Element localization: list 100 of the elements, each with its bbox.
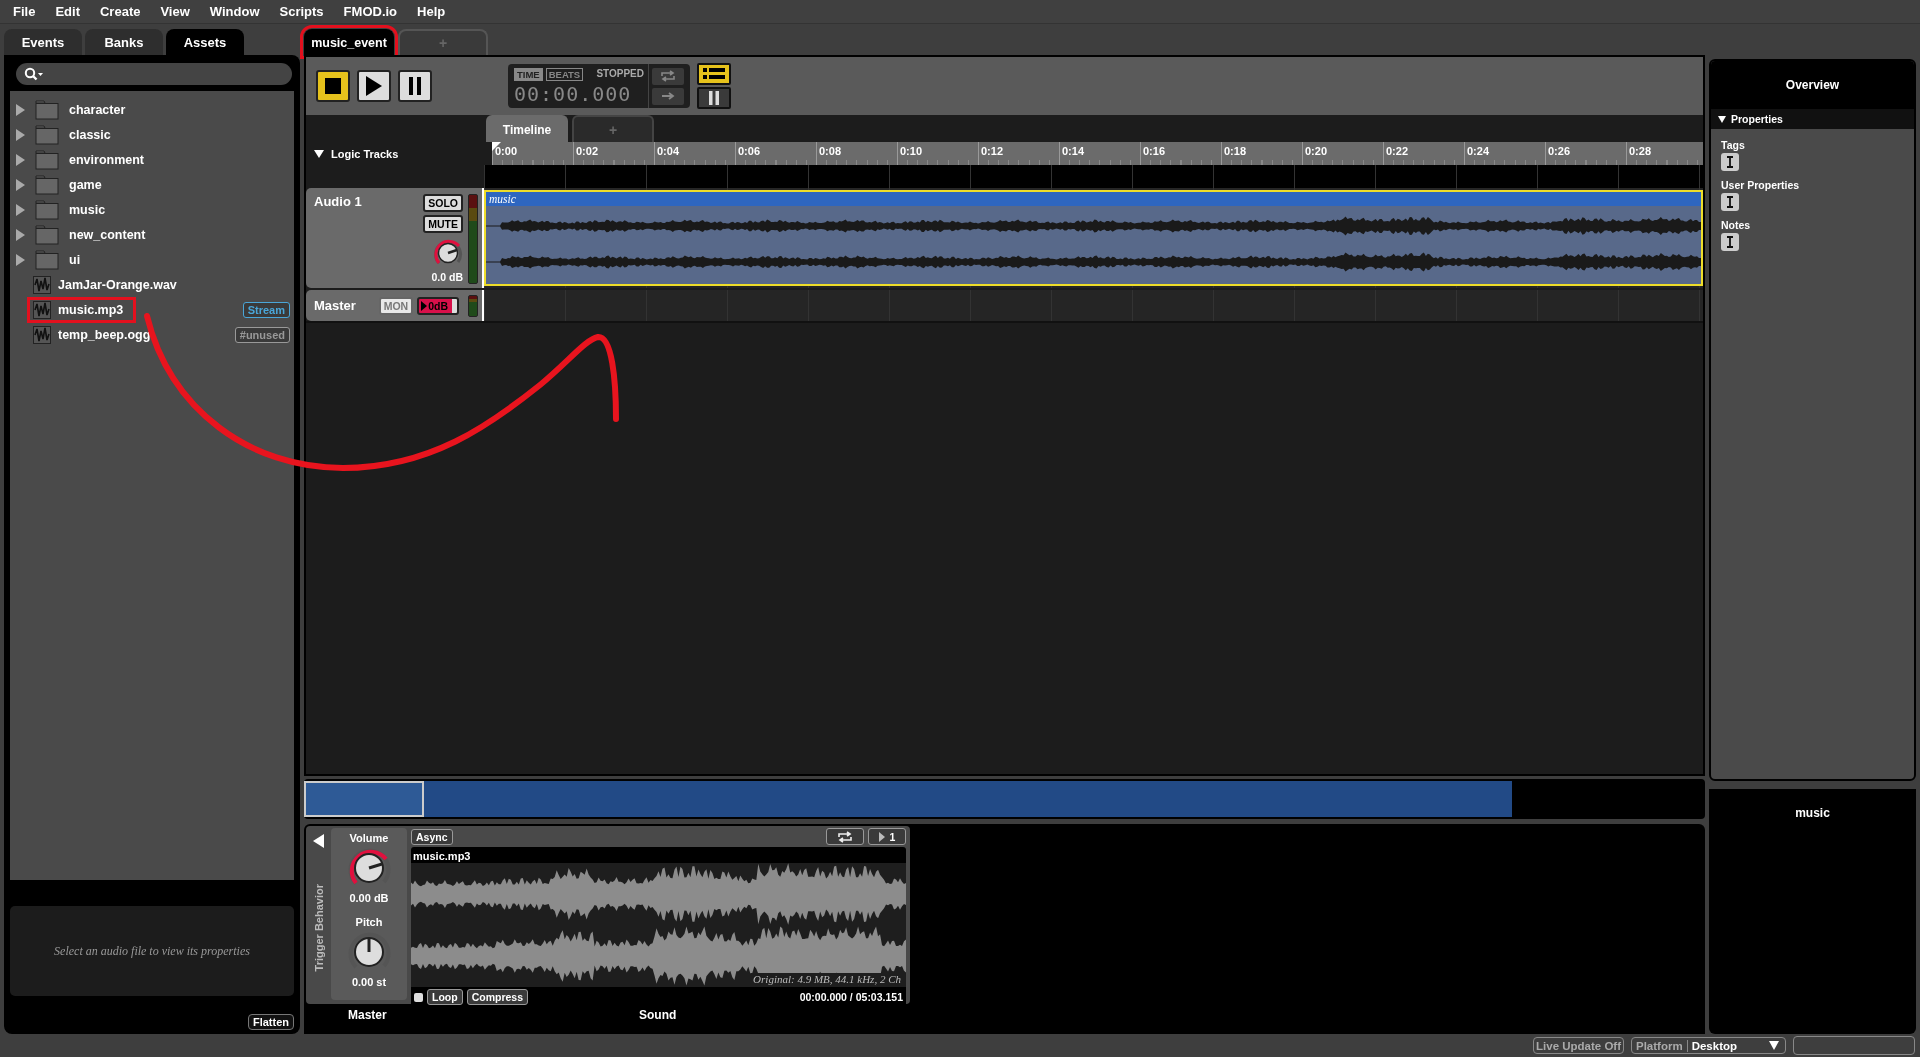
level-meter (468, 294, 478, 317)
module-label: Master (348, 1008, 387, 1022)
menu-item[interactable]: FMOD.io (343, 4, 398, 19)
text-cursor-icon (1726, 196, 1734, 208)
browser-tab[interactable]: Banks (85, 29, 163, 55)
track-name: Master (314, 298, 357, 313)
overview-navigator[interactable] (304, 779, 1705, 819)
browser-tab[interactable]: Assets (166, 29, 244, 55)
expand-arrow-icon[interactable] (16, 253, 25, 266)
folder-icon (35, 174, 59, 195)
time-mode-toggle[interactable]: TIME (514, 68, 543, 81)
expand-arrow-icon[interactable] (16, 153, 25, 166)
playback-status: STOPPED (596, 68, 644, 81)
edit-text-button[interactable] (1721, 193, 1739, 211)
menu-item[interactable]: Help (417, 4, 446, 19)
folder-item[interactable]: new_content (35, 224, 146, 245)
platform-value: Desktop (1690, 1039, 1739, 1052)
waveform-file-icon (33, 325, 51, 344)
field-label: Tags (1721, 139, 1745, 151)
tag: Stream (242, 301, 290, 318)
expand-arrow-icon[interactable] (16, 203, 25, 216)
audio-file-item[interactable]: JamJar-Orange.wav (30, 274, 187, 295)
folder-item[interactable]: character (35, 99, 126, 120)
pitch-label: Pitch (355, 916, 383, 928)
arrow-right-icon (660, 90, 676, 102)
list-icon (703, 68, 725, 80)
audio-file-item[interactable]: temp_beep.ogg (30, 324, 161, 345)
mute-button[interactable]: MUTE (423, 215, 463, 233)
time-mode-toggle[interactable]: BEATS (545, 68, 584, 81)
folder-item[interactable]: ui (35, 249, 81, 270)
loop-icon (837, 830, 853, 843)
master-volume-fader[interactable]: 0dB (417, 296, 459, 315)
menu-item[interactable]: Edit (55, 4, 80, 19)
loop-toggle[interactable]: Loop (427, 989, 463, 1005)
pause-button[interactable] (398, 70, 432, 102)
menu-item[interactable]: Window (209, 4, 260, 19)
timeline-tab[interactable]: Timeline (486, 115, 568, 142)
pause-icon (408, 77, 422, 95)
edit-text-button[interactable] (1721, 233, 1739, 251)
menu-item[interactable]: View (160, 4, 190, 19)
menu-item[interactable]: File (13, 4, 36, 19)
compress-toggle[interactable]: Compress (466, 989, 528, 1005)
folder-item[interactable]: classic (35, 124, 111, 145)
folder-item[interactable]: game (35, 174, 102, 195)
folder-icon (35, 149, 59, 170)
time-readout: 00:00.000 (514, 82, 633, 106)
expand-arrow-icon[interactable] (16, 178, 25, 191)
folder-icon (35, 224, 59, 245)
volume-readout: 0.00 dB (349, 892, 389, 904)
folder-item[interactable]: environment (35, 149, 144, 170)
audio-file-item[interactable]: music.mp3 (30, 299, 134, 320)
volume-label: Volume (349, 832, 389, 844)
properties-hint: Select an audio file to view its properties (54, 943, 250, 959)
expand-arrow-icon[interactable] (16, 228, 25, 241)
browser-tab[interactable]: Events (4, 29, 82, 55)
stop-icon (324, 77, 342, 95)
menu-item[interactable]: Scripts (279, 4, 324, 19)
waveform-file-icon (33, 275, 51, 294)
loop-button[interactable] (652, 67, 684, 85)
play-count-button[interactable]: 1 (868, 828, 906, 845)
audio-region[interactable]: music (484, 190, 1703, 286)
edit-text-button[interactable] (1721, 153, 1739, 171)
collapse-arrow-icon[interactable] (314, 149, 324, 158)
live-update-button[interactable]: Live Update Off (1533, 1037, 1624, 1054)
flatten-button[interactable]: Flatten (247, 1014, 294, 1030)
panel-title: music (1709, 789, 1916, 820)
platform-selector[interactable]: Platform Desktop (1631, 1037, 1786, 1054)
pause-toggle[interactable] (697, 87, 731, 109)
text-cursor-icon (1726, 156, 1734, 168)
file-name: music.mp3 (412, 849, 472, 863)
module-label: Sound (639, 1008, 677, 1022)
menu-item[interactable]: Create (99, 4, 141, 19)
volume-readout: 0.0 dB (431, 271, 463, 283)
play-icon (365, 76, 383, 96)
search-field[interactable] (16, 63, 292, 85)
stop-button[interactable] (316, 70, 350, 102)
trigger-behavior-label: Trigger Behavior (312, 884, 325, 972)
track-list-toggle[interactable] (697, 63, 731, 85)
field-label: User Properties (1721, 179, 1800, 191)
expand-arrow-icon[interactable] (16, 103, 25, 116)
expand-arrow-icon[interactable] (16, 128, 25, 141)
pause-icon (708, 91, 720, 105)
loop-icon (660, 70, 676, 82)
section-title: Properties (1731, 113, 1783, 125)
follow-button[interactable] (652, 87, 684, 105)
folder-icon (35, 249, 59, 270)
folder-icon (35, 124, 59, 145)
solo-button[interactable]: SOLO (423, 194, 463, 212)
viewport-handle[interactable] (304, 781, 424, 817)
folder-item[interactable]: music (35, 199, 106, 220)
section-header[interactable]: Properties (1711, 109, 1914, 129)
async-button[interactable]: Async (411, 828, 453, 845)
folder-icon (35, 99, 59, 120)
loop-button[interactable] (826, 828, 864, 845)
search-icon (24, 67, 44, 81)
folder-icon (35, 199, 59, 220)
waveform-file-icon (33, 300, 51, 319)
play-button[interactable] (357, 70, 391, 102)
file-info: Original: 4.9 MB, 44.1 kHz, 2 Ch (751, 973, 903, 985)
tag: #unused (234, 326, 290, 343)
